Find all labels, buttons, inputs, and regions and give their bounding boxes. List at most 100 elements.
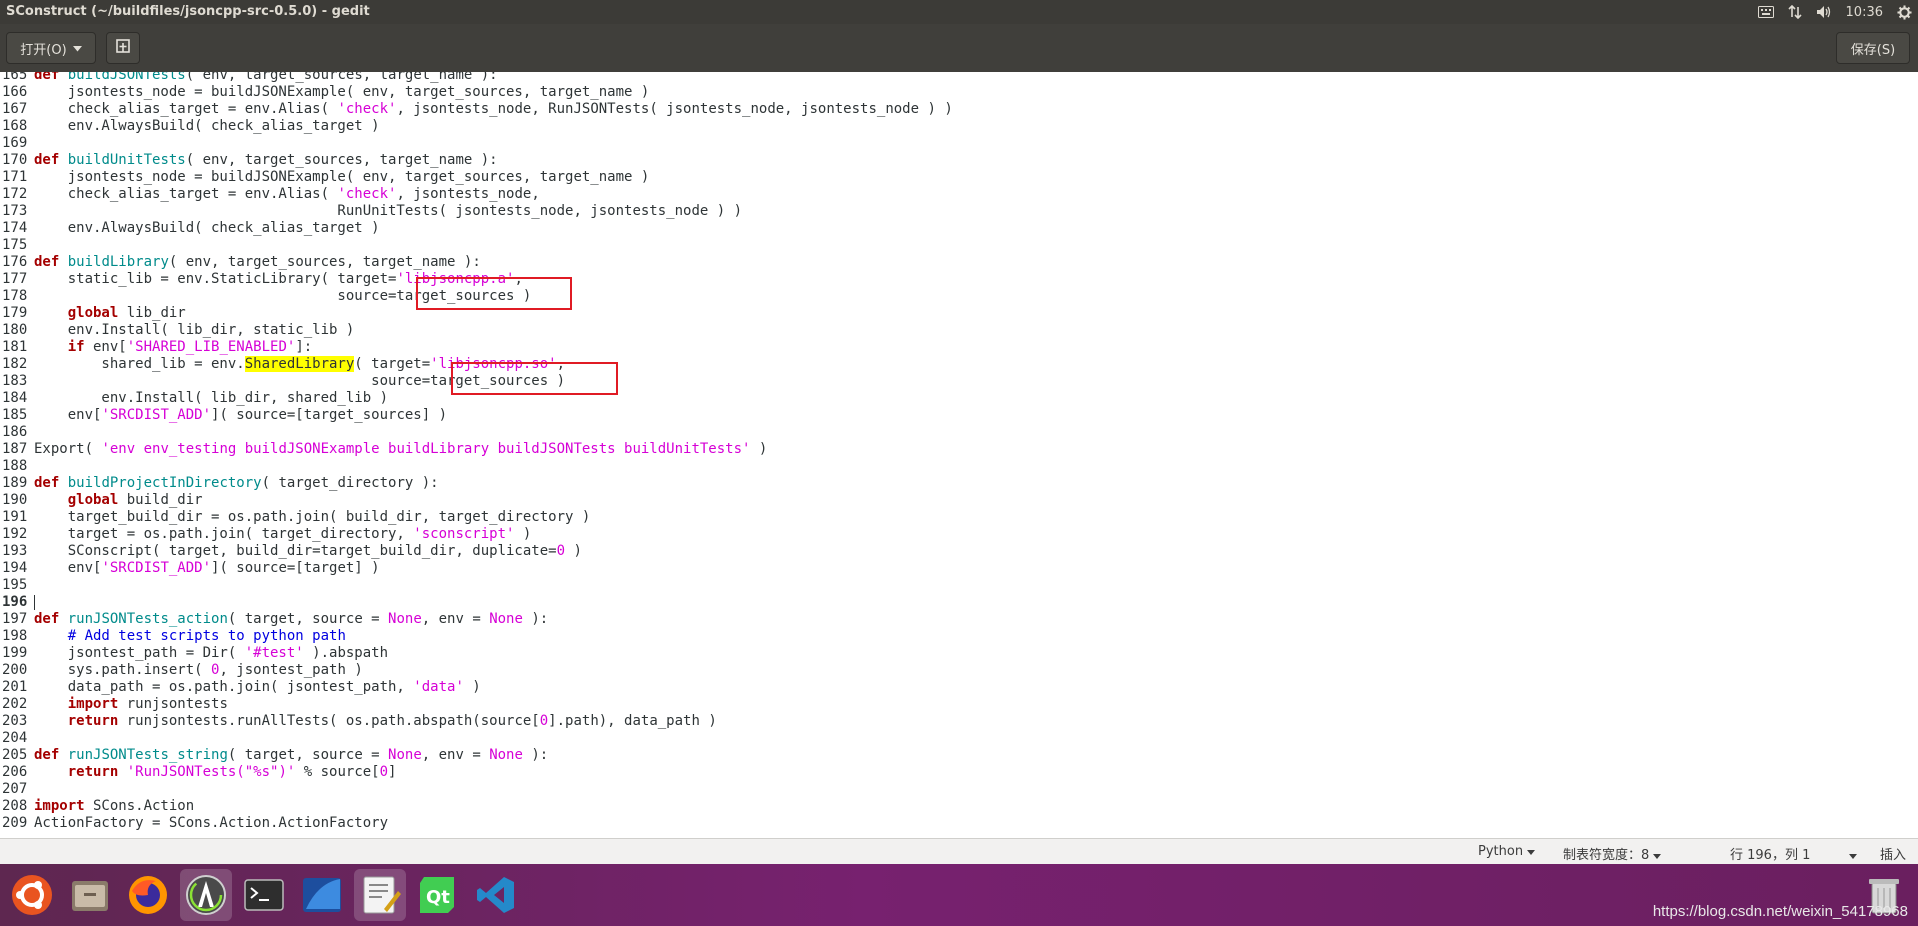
cursor-position-selector[interactable]: 行 196，列 1 <box>1730 844 1857 863</box>
code-line[interactable]: 168 env.AlwaysBuild( check_alias_target … <box>0 118 380 135</box>
line-code: SConscript( target, build_dir=target_bui… <box>34 543 582 559</box>
code-line[interactable]: 208 import SCons.Action <box>0 798 194 815</box>
software-updater-icon[interactable] <box>180 869 232 921</box>
line-number: 198 <box>2 628 28 644</box>
line-number: 168 <box>2 118 28 134</box>
code-line[interactable]: 202 import runjsontests <box>0 696 228 713</box>
watermark: https://blog.csdn.net/weixin_54178968 <box>1652 903 1908 920</box>
line-code: env.AlwaysBuild( check_alias_target ) <box>34 220 380 236</box>
line-code: def buildLibrary( env, target_sources, t… <box>34 254 481 270</box>
code-line[interactable]: 172 check_alias_target = env.Alias( 'che… <box>0 186 540 203</box>
code-line[interactable]: 207 <box>0 781 34 798</box>
qt-creator-icon[interactable]: Qt <box>412 869 464 921</box>
header-bar: 打开(O) 保存(S) <box>0 24 1918 72</box>
line-code: jsontests_node = buildJSONExample( env, … <box>34 169 650 185</box>
line-number: 197 <box>2 611 28 627</box>
line-number: 182 <box>2 356 28 372</box>
language-selector[interactable]: Python <box>1478 844 1536 859</box>
line-code: target = os.path.join( target_directory,… <box>34 526 532 542</box>
line-code: RunUnitTests( jsontests_node, jsontests_… <box>34 203 743 219</box>
terminal-icon[interactable] <box>238 869 290 921</box>
line-code: jsontests_node = buildJSONExample( env, … <box>34 84 650 100</box>
code-line[interactable]: 184 env.Install( lib_dir, shared_lib ) <box>0 390 388 407</box>
line-code: if env['SHARED_LIB_ENABLED']: <box>67 339 313 355</box>
code-editor[interactable]: 209 ActionFactory = SCons.Action.ActionFa… <box>0 72 1918 838</box>
code-line[interactable]: 204 <box>0 730 34 747</box>
line-code: def buildJSONTests( env, target_sources,… <box>34 72 498 83</box>
code-line[interactable]: 199 jsontest_path = Dir( '#test' ).abspa… <box>0 645 388 662</box>
files-icon[interactable] <box>64 869 116 921</box>
line-number: 181 <box>2 339 28 355</box>
shell-app-icon[interactable] <box>296 869 348 921</box>
code-line[interactable]: 167 check_alias_target = env.Alias( 'che… <box>0 101 953 118</box>
line-code: check_alias_target = env.Alias( 'check',… <box>34 101 953 117</box>
code-line[interactable]: 209 ActionFactory = SCons.Action.ActionFa… <box>0 815 388 832</box>
code-line[interactable]: 192 target = os.path.join( target_direct… <box>0 526 531 543</box>
code-line[interactable]: 189 def buildProjectInDirectory( target_d… <box>0 475 439 492</box>
save-button[interactable]: 保存(S) <box>1836 32 1910 64</box>
line-code: global lib_dir <box>67 305 186 321</box>
code-line[interactable]: 203 return runjsontests.runAllTests( os.… <box>0 713 717 730</box>
code-line[interactable]: 188 <box>0 458 34 475</box>
code-line[interactable]: 201 data_path = os.path.join( jsontest_p… <box>0 679 481 696</box>
code-line[interactable]: 176 def buildLibrary( env, target_sources… <box>0 254 481 271</box>
new-document-button[interactable] <box>106 32 140 64</box>
code-line[interactable]: 170 def buildUnitTests( env, target_sourc… <box>0 152 498 169</box>
clock[interactable]: 10:36 <box>1846 5 1883 20</box>
line-code: sys.path.insert( 0, jsontest_path ) <box>34 662 363 678</box>
settings-gear-icon[interactable] <box>1897 4 1912 20</box>
code-line[interactable]: 185 env['SRCDIST_ADD']( source=[target_s… <box>0 407 447 424</box>
line-number: 170 <box>2 152 28 168</box>
line-code: env['SRCDIST_ADD']( source=[target] ) <box>34 560 380 576</box>
line-number: 166 <box>2 84 28 100</box>
ubuntu-dash-icon[interactable] <box>6 869 58 921</box>
code-line[interactable]: 181 if env['SHARED_LIB_ENABLED']: <box>0 339 312 356</box>
code-line[interactable]: 187 Export( 'env env_testing buildJSONExa… <box>0 441 767 458</box>
code-line[interactable]: 179 global lib_dir <box>0 305 186 322</box>
code-line[interactable]: 197 def runJSONTests_action( target, sour… <box>0 611 548 628</box>
code-line[interactable]: 198 # Add test scripts to python path <box>0 628 346 645</box>
line-number: 200 <box>2 662 28 678</box>
status-bar: Python 制表符宽度：8 行 196，列 1 插入 <box>0 838 1918 864</box>
network-arrows-icon[interactable] <box>1787 5 1802 19</box>
code-line[interactable]: 205 def runJSONTests_string( target, sour… <box>0 747 548 764</box>
code-line[interactable]: 191 target_build_dir = os.path.join( bui… <box>0 509 590 526</box>
code-line[interactable]: 190 global build_dir <box>0 492 203 509</box>
line-code: target_build_dir = os.path.join( build_d… <box>34 509 591 525</box>
code-line[interactable]: 194 env['SRCDIST_ADD']( source=[target] … <box>0 560 380 577</box>
firefox-icon[interactable] <box>122 869 174 921</box>
code-line[interactable]: 200 sys.path.insert( 0, jsontest_path ) <box>0 662 363 679</box>
volume-icon[interactable] <box>1816 5 1832 19</box>
code-line[interactable]: 171 jsontests_node = buildJSONExample( e… <box>0 169 649 186</box>
code-line[interactable]: 174 env.AlwaysBuild( check_alias_target … <box>0 220 380 237</box>
line-number: 203 <box>2 713 28 729</box>
code-line[interactable]: 206 return 'RunJSONTests("%s")' % source… <box>0 764 396 781</box>
line-number: 191 <box>2 509 28 525</box>
open-button[interactable]: 打开(O) <box>6 32 96 64</box>
line-number: 201 <box>2 679 28 695</box>
annotation-box-static-lib <box>416 277 572 310</box>
keyboard-icon[interactable] <box>1757 6 1774 18</box>
code-line[interactable]: 193 SConscript( target, build_dir=target… <box>0 543 582 560</box>
open-button-label: 打开(O) <box>20 42 67 58</box>
code-line[interactable]: 186 <box>0 424 34 441</box>
insert-mode-indicator[interactable]: 插入 <box>1880 844 1906 863</box>
code-line[interactable]: 175 <box>0 237 34 254</box>
line-code: return 'RunJSONTests("%s")' % source[0] <box>67 764 397 780</box>
vscode-icon[interactable] <box>470 869 522 921</box>
code-line[interactable]: 165 def buildJSONTests( env, target_sourc… <box>0 72 498 84</box>
line-code: global build_dir <box>67 492 203 508</box>
line-code: # Add test scripts to python path <box>67 628 346 644</box>
line-code: def buildUnitTests( env, target_sources,… <box>34 152 498 168</box>
line-number: 205 <box>2 747 28 763</box>
line-code: env.Install( lib_dir, static_lib ) <box>34 322 355 338</box>
code-line[interactable]: 169 <box>0 135 34 152</box>
tab-width-selector[interactable]: 制表符宽度：8 <box>1563 844 1662 863</box>
text-editor-icon[interactable] <box>354 869 406 921</box>
code-line[interactable]: 196 <box>0 594 35 611</box>
code-line[interactable]: 195 <box>0 577 34 594</box>
code-line[interactable]: 166 jsontests_node = buildJSONExample( e… <box>0 84 649 101</box>
code-line[interactable]: 173 RunUnitTests( jsontests_node, jsonte… <box>0 203 742 220</box>
line-code: env['SRCDIST_ADD']( source=[target_sourc… <box>34 407 448 423</box>
code-line[interactable]: 180 env.Install( lib_dir, static_lib ) <box>0 322 354 339</box>
